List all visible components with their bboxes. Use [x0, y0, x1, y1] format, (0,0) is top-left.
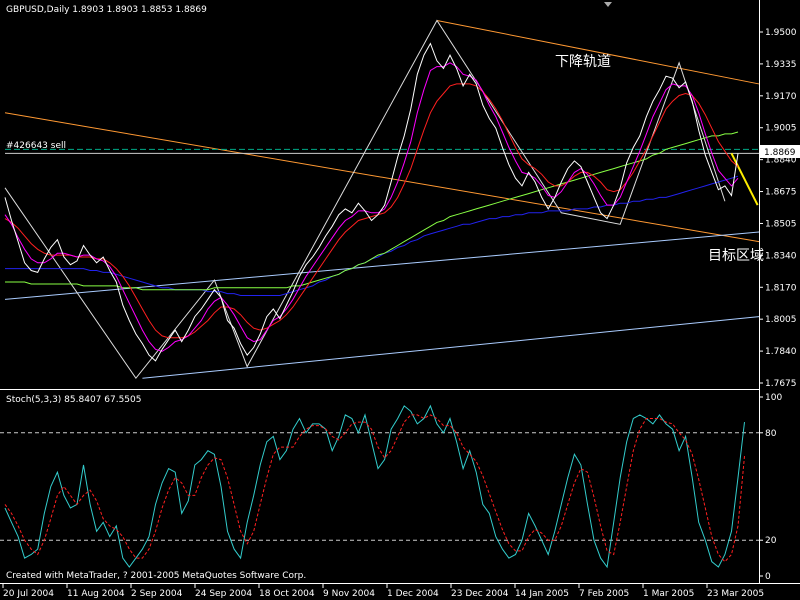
stoch-tick-label: 0: [765, 572, 771, 582]
price-tick-label: 1.8505: [765, 219, 797, 229]
footer-credit: Created with MetaTrader, ? 2001-2005 Met…: [6, 571, 306, 581]
series-ma_long: [5, 175, 739, 296]
price-tick-label: 1.7840: [765, 347, 797, 357]
time-tick-label: 23 Dec 2004: [451, 589, 509, 599]
overlay-lower-trend-2[interactable]: [142, 316, 760, 379]
price-tick-label: 1.8675: [765, 188, 797, 198]
series-stoch_signal: [4, 414, 745, 563]
time-tick-label: 2 Sep 2004: [131, 589, 183, 599]
series-ma_mid: [4, 83, 739, 339]
price-tick-label: 1.9500: [765, 28, 797, 38]
price-tick-label: 1.8170: [765, 283, 797, 293]
time-tick-label: 11 Aug 2004: [67, 589, 125, 599]
time-tick-label: 7 Feb 2005: [579, 589, 629, 599]
price-ticks: 1.95001.93351.91701.90051.88401.86751.85…: [759, 28, 797, 389]
overlay-orange-upper[interactable]: [4, 112, 760, 243]
time-tick-label: 1 Mar 2005: [643, 589, 694, 599]
stoch-series: [4, 404, 745, 569]
time-tick-label: 18 Oct 2004: [259, 589, 315, 599]
stoch-ticks: 100 80 20 0: [759, 393, 782, 582]
stoch-header: Stoch(5,3,3) 85.8407 67.5505: [6, 395, 141, 405]
stoch-tick-label: 100: [765, 393, 782, 403]
time-tick-label: 20 Jul 2004: [3, 589, 54, 599]
stoch-levels: [0, 432, 759, 541]
price-tick-label: 1.7675: [765, 379, 797, 389]
series-ma_slow: [5, 131, 739, 291]
stoch-tick-label: 20: [765, 536, 777, 546]
price-tag: 1.8869: [764, 148, 796, 158]
time-tick-label: 24 Sep 2004: [195, 589, 252, 599]
zigzag-line: [4, 19, 726, 380]
annotation-target-zone: 目标区域: [708, 248, 764, 264]
time-ticks: 20 Jul 2004 11 Aug 2004 2 Sep 2004 24 Sep 2…: [2, 584, 764, 599]
series-stoch_main: [4, 404, 745, 569]
series-ma_fast: [4, 62, 739, 352]
scroll-marker-icon[interactable]: [604, 2, 612, 7]
chart-canvas: 1.95001.93351.91701.90051.88401.86751.85…: [0, 0, 800, 599]
price-tick-label: 1.8340: [765, 251, 797, 261]
price-tick-label: 1.9170: [765, 92, 797, 102]
price-tick-label: 1.8005: [765, 315, 797, 325]
overlay-orange-down-channel[interactable]: [436, 19, 760, 85]
time-tick-label: 14 Jan 2005: [515, 589, 569, 599]
time-tick-label: 9 Nov 2004: [323, 589, 375, 599]
price-tick-label: 1.9335: [765, 60, 797, 70]
time-tick-label: 23 Mar 2005: [707, 589, 764, 599]
annotation-down-channel: 下降轨道: [555, 54, 611, 70]
overlay-target-arrow[interactable]: [730, 152, 759, 206]
time-tick-label: 1 Dec 2004: [387, 589, 439, 599]
chart-header: GBPUSD,Daily 1.8903 1.8903 1.8853 1.8869: [6, 5, 207, 15]
order-label: #426643 sell: [6, 141, 66, 151]
stoch-tick-label: 80: [765, 429, 777, 439]
price-tick-label: 1.9005: [765, 124, 797, 134]
